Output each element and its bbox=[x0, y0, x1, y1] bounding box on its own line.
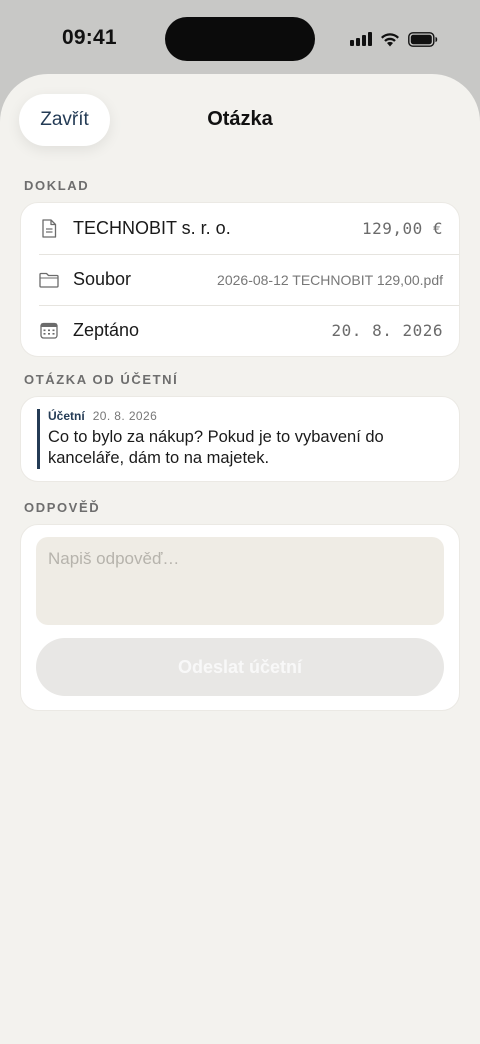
document-card: TECHNOBIT s. r. o. 129,00 € Soubor 2026-… bbox=[20, 202, 460, 357]
status-bar: 09:41 bbox=[0, 0, 480, 76]
wifi-icon bbox=[380, 32, 400, 47]
document-row-file[interactable]: Soubor 2026-08-12 TECHNOBIT 129,00.pdf bbox=[21, 254, 459, 305]
question-author: Účetní bbox=[48, 409, 85, 423]
dynamic-island bbox=[165, 17, 315, 61]
status-icons bbox=[350, 29, 438, 49]
question-quote: Účetní 20. 8. 2026 Co to bylo za nákup? … bbox=[37, 409, 445, 469]
document-icon bbox=[39, 219, 59, 239]
section-label-doklad: DOKLAD bbox=[24, 178, 90, 193]
answer-card: Odeslat účetní bbox=[20, 524, 460, 711]
file-name: 2026-08-12 TECHNOBIT 129,00.pdf bbox=[217, 271, 443, 288]
question-card: Účetní 20. 8. 2026 Co to bylo za nákup? … bbox=[20, 396, 460, 482]
asked-label: Zeptáno bbox=[73, 320, 140, 340]
send-to-accountant-button[interactable]: Odeslat účetní bbox=[36, 638, 444, 696]
cellular-signal-icon bbox=[350, 32, 372, 46]
section-label-question: OTÁZKA OD ÚČETNÍ bbox=[24, 372, 179, 387]
question-sheet: Zavřít Otázka DOKLAD TECHNOBIT s. r. o. … bbox=[0, 74, 480, 1044]
section-label-answer: ODPOVĚĎ bbox=[24, 500, 101, 515]
question-text: Co to bylo za nákup? Pokud je to vybaven… bbox=[48, 428, 384, 467]
question-date: 20. 8. 2026 bbox=[92, 409, 158, 423]
document-row-vendor: TECHNOBIT s. r. o. 129,00 € bbox=[21, 203, 459, 254]
battery-icon bbox=[408, 31, 438, 47]
answer-input[interactable] bbox=[36, 537, 444, 625]
vendor-name: TECHNOBIT s. r. o. bbox=[73, 218, 231, 238]
question-meta: Účetní 20. 8. 2026 bbox=[48, 409, 445, 423]
file-label: Soubor bbox=[73, 269, 132, 289]
asked-date: 20. 8. 2026 bbox=[331, 321, 443, 340]
document-amount: 129,00 € bbox=[361, 219, 443, 238]
status-time: 09:41 bbox=[62, 26, 117, 49]
document-row-asked: Zeptáno 20. 8. 2026 bbox=[21, 305, 459, 356]
page-title: Otázka bbox=[207, 108, 273, 130]
folder-icon bbox=[39, 270, 59, 290]
calendar-icon bbox=[39, 321, 59, 341]
